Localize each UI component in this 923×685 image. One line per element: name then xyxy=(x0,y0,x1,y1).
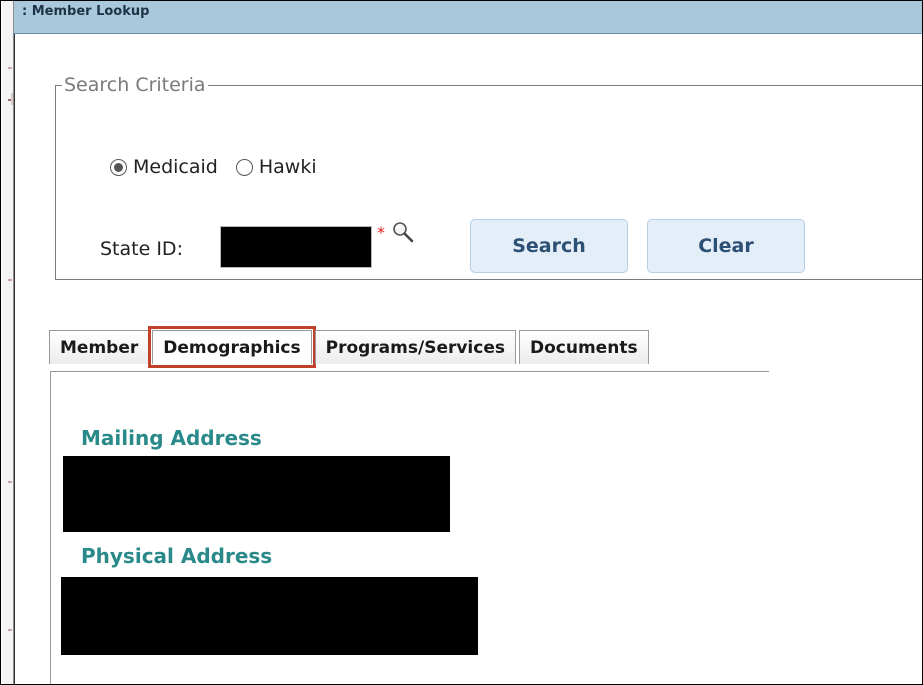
hawki-radio[interactable] xyxy=(235,158,253,176)
member-lookup-window: : Member Lookup Search Criteria Medicaid… xyxy=(0,0,923,685)
medicaid-radio[interactable] xyxy=(110,158,127,176)
search-criteria-legend: Search Criteria xyxy=(64,74,206,96)
hawki-label: Hawki xyxy=(258,156,317,178)
hawki-option[interactable]: Hawki xyxy=(235,156,317,178)
medicaid-label: Medicaid xyxy=(133,156,218,178)
tab-programs-services[interactable]: Programs/Services xyxy=(314,330,516,364)
left-window-edge xyxy=(2,1,14,684)
tab-demographics[interactable]: Demographics xyxy=(148,326,316,368)
program-radio-group: Medicaid Hawki xyxy=(110,156,335,178)
tab-documents[interactable]: Documents xyxy=(519,330,649,364)
edge-marker xyxy=(8,481,12,483)
edge-marker xyxy=(8,279,12,281)
window-titlebar: : Member Lookup xyxy=(14,1,922,34)
edge-marker xyxy=(8,629,12,631)
window-title: : Member Lookup xyxy=(22,4,150,19)
physical-address-heading: Physical Address xyxy=(81,544,273,568)
main-content: Search Criteria Medicaid Hawki State ID:… xyxy=(14,34,922,684)
medicaid-option[interactable]: Medicaid xyxy=(110,156,218,178)
mailing-address-heading: Mailing Address xyxy=(81,426,262,450)
tab-member[interactable]: Member xyxy=(49,330,150,364)
edge-marker xyxy=(11,93,13,105)
required-marker: * xyxy=(377,223,385,242)
search-button[interactable]: Search xyxy=(470,219,628,273)
search-criteria-group: Search Criteria Medicaid Hawki State ID:… xyxy=(55,74,922,280)
tab-bar: Member Demographics Programs/Services Do… xyxy=(49,326,652,368)
physical-address-redacted xyxy=(61,577,478,655)
mailing-address-redacted xyxy=(63,456,450,532)
edge-marker xyxy=(8,67,12,69)
magnifier-icon[interactable] xyxy=(391,220,415,244)
clear-button[interactable]: Clear xyxy=(647,219,805,273)
state-id-label: State ID: xyxy=(100,238,183,260)
state-id-input[interactable] xyxy=(220,226,372,268)
